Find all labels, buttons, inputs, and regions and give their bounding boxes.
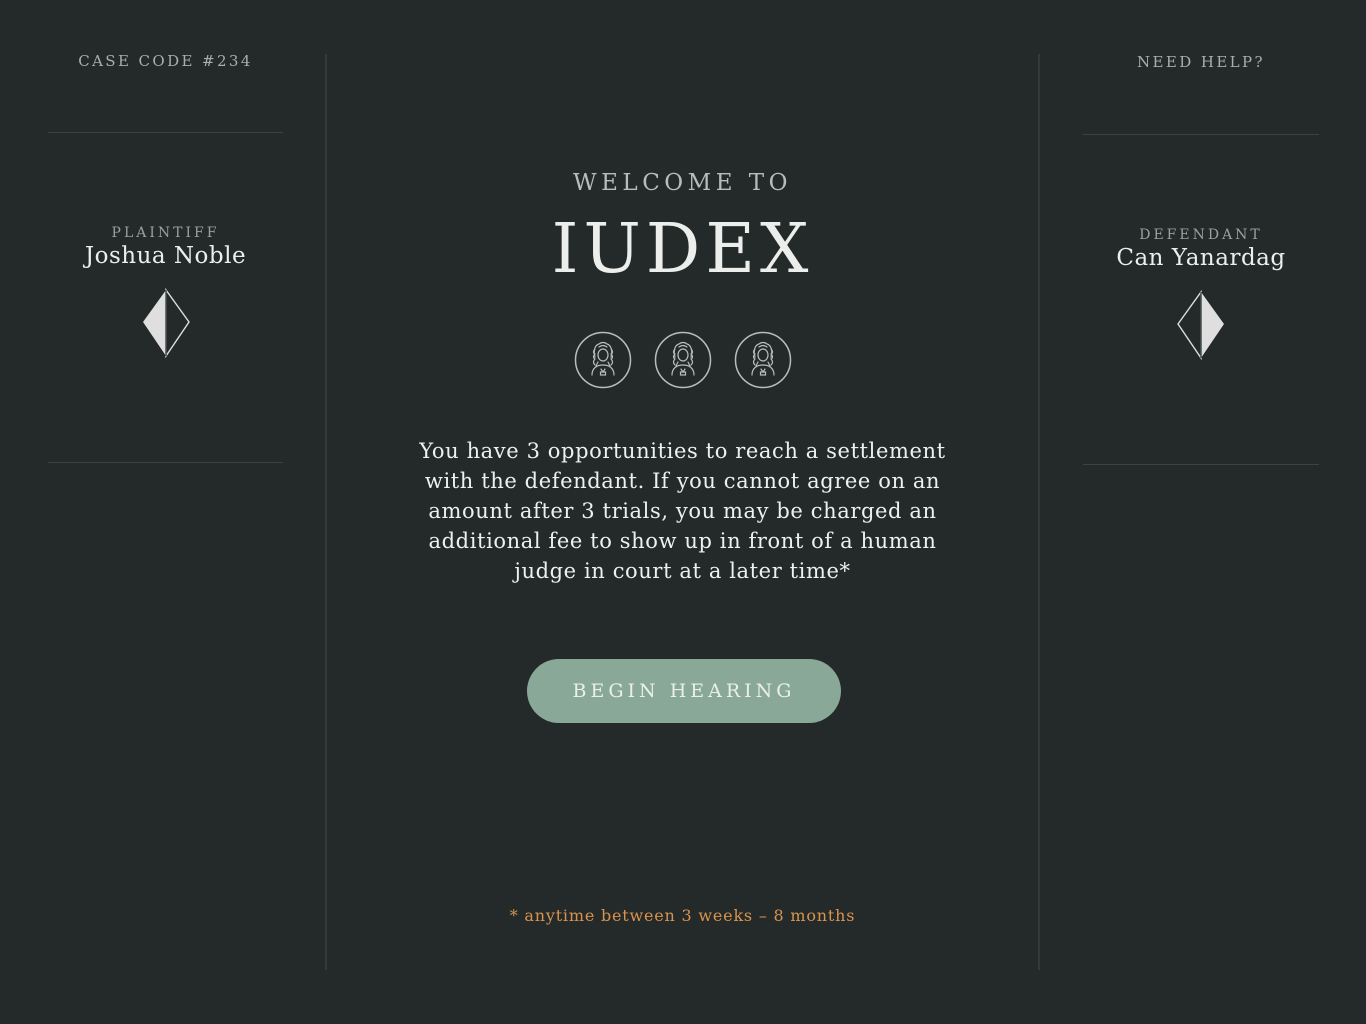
settlement-description: You have 3 opportunities to reach a sett… (419, 439, 946, 583)
defendant-panel: DEFENDANT Can Yanardag (1083, 135, 1319, 465)
judge-icon (654, 331, 711, 389)
plaintiff-name: Joshua Noble (84, 243, 247, 269)
begin-hearing-button[interactable]: BEGIN HEARING (527, 659, 841, 723)
defendant-name: Can Yanardag (1116, 245, 1286, 271)
need-help-link[interactable]: NEED HELP? (1137, 53, 1265, 71)
welcome-screen: CASE CODE #234 PLAINTIFF Joshua Noble WE… (0, 0, 1366, 1024)
app-title: IUDEX (551, 210, 814, 289)
plaintiff-panel: PLAINTIFF Joshua Noble (48, 133, 283, 463)
gem-right-filled-icon (1177, 290, 1224, 360)
timing-footnote: * anytime between 3 weeks – 8 months (509, 906, 856, 925)
judge-icon (734, 331, 791, 389)
right-column-divider (1038, 54, 1040, 970)
judge-icon (574, 331, 631, 389)
defendant-column: NEED HELP? DEFENDANT Can Yanardag (1083, 0, 1319, 1024)
plaintiff-role-label: PLAINTIFF (111, 225, 220, 241)
welcome-panel: WELCOME TO IUDEX You have 3 opportunitie… (327, 0, 1038, 1024)
judge-opportunities (327, 331, 1038, 389)
case-code-header: CASE CODE #234 (48, 0, 283, 133)
case-code-label: CASE CODE #234 (78, 52, 253, 70)
help-header: NEED HELP? (1083, 0, 1319, 135)
gem-left-filled-icon (142, 288, 190, 358)
plaintiff-column: CASE CODE #234 PLAINTIFF Joshua Noble (48, 0, 283, 1024)
defendant-role-label: DEFENDANT (1139, 227, 1263, 243)
welcome-kicker: WELCOME TO (572, 170, 792, 196)
